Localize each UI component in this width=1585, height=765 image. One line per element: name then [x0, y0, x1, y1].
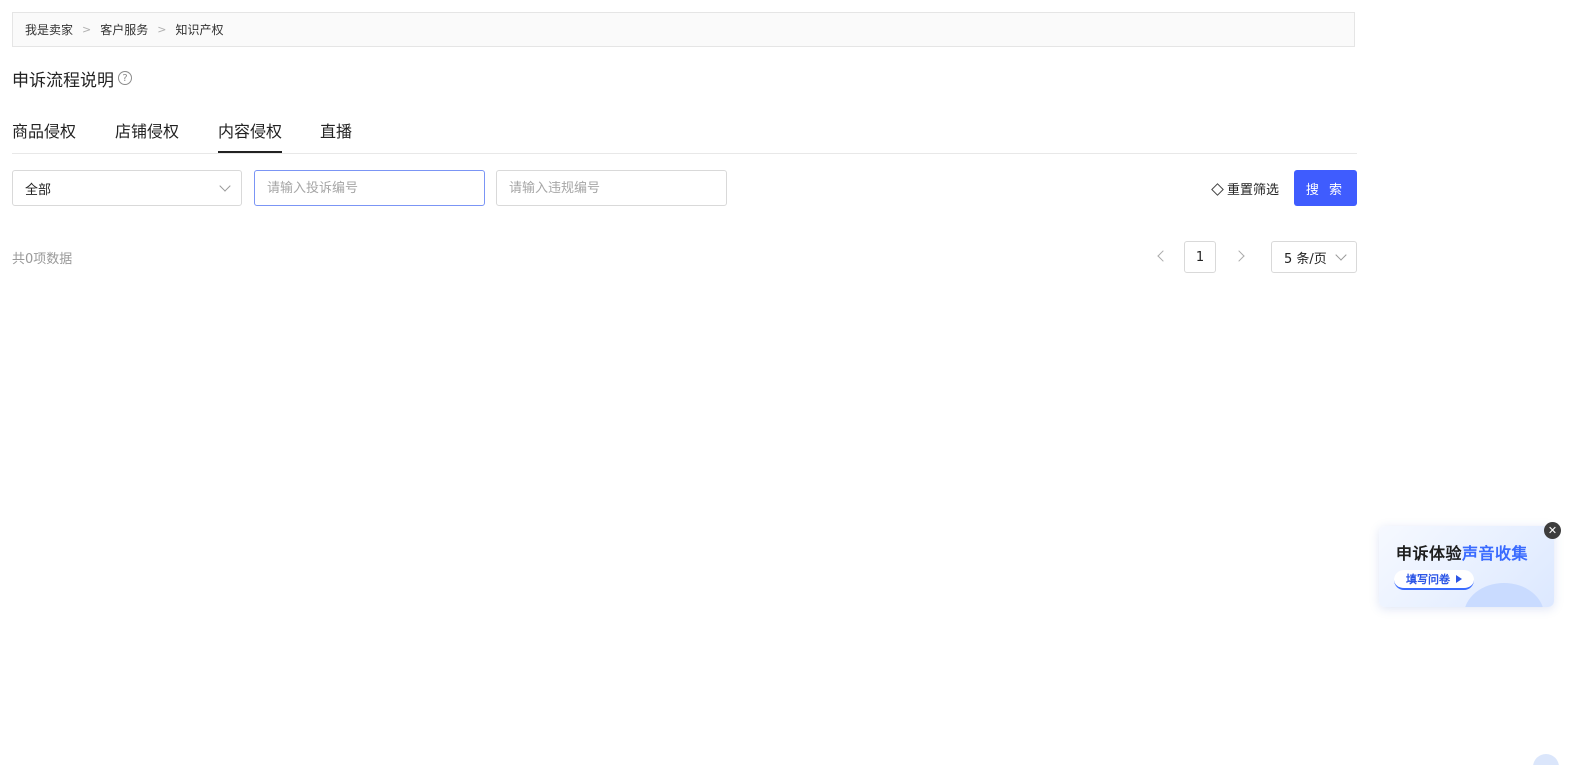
- feedback-title: 申诉体验声音收集: [1396, 540, 1528, 564]
- breadcrumb-separator: >: [82, 23, 92, 36]
- tab-content-infringement[interactable]: 内容侵权: [218, 121, 283, 153]
- feedback-survey-widget[interactable]: 申诉体验声音收集 填写问卷: [1379, 526, 1554, 607]
- page-title-text: 申诉流程说明: [12, 70, 114, 91]
- violation-number-input[interactable]: [496, 170, 727, 206]
- total-count: 共0项数据: [12, 252, 73, 267]
- reset-filter-label: 重置筛选: [1227, 183, 1280, 198]
- feedback-title-highlight: 声音收集: [1462, 544, 1529, 563]
- page-size-select[interactable]: 5 条/页: [1271, 241, 1357, 273]
- tab-bar: 商品侵权 店铺侵权 内容侵权 直播: [12, 116, 1357, 154]
- feedback-title-plain: 申诉体验: [1396, 544, 1463, 563]
- tab-product-infringement[interactable]: 商品侵权: [12, 121, 76, 153]
- eraser-icon: [1211, 183, 1224, 196]
- breadcrumb: 我是卖家 > 客户服务 > 知识产权: [12, 12, 1355, 47]
- fill-survey-label: 填写问卷: [1406, 573, 1450, 586]
- status-select-value: 全部: [25, 182, 52, 198]
- chevron-down-icon: [1335, 249, 1347, 261]
- close-icon[interactable]: ✕: [1544, 522, 1561, 539]
- breadcrumb-separator: >: [157, 23, 167, 36]
- chevron-left-icon[interactable]: [1157, 250, 1169, 262]
- status-select[interactable]: 全部: [12, 170, 242, 206]
- floating-helper-icon[interactable]: [1533, 754, 1559, 765]
- play-icon: [1456, 575, 1462, 583]
- chevron-down-icon: [219, 180, 231, 192]
- reset-filter-button[interactable]: 重置筛选: [1211, 179, 1280, 198]
- question-circle-icon[interactable]: ?: [118, 71, 132, 85]
- breadcrumb-item-seller[interactable]: 我是卖家: [25, 21, 73, 38]
- search-button[interactable]: 搜 索: [1294, 170, 1357, 206]
- page-size-value: 5 条/页: [1284, 251, 1327, 267]
- decorative-blob: [1464, 583, 1544, 607]
- complaint-number-input[interactable]: [254, 170, 485, 206]
- breadcrumb-item-customer-service[interactable]: 客户服务: [100, 21, 148, 38]
- breadcrumb-item-ip: 知识产权: [175, 23, 224, 37]
- page-title: 申诉流程说明 ?: [12, 66, 132, 91]
- tab-store-infringement[interactable]: 店铺侵权: [115, 121, 179, 153]
- fill-survey-button[interactable]: 填写问卷: [1394, 570, 1474, 590]
- pagination-page-1[interactable]: 1: [1184, 241, 1216, 273]
- tab-live-stream[interactable]: 直播: [320, 121, 352, 153]
- chevron-right-icon[interactable]: [1233, 250, 1245, 262]
